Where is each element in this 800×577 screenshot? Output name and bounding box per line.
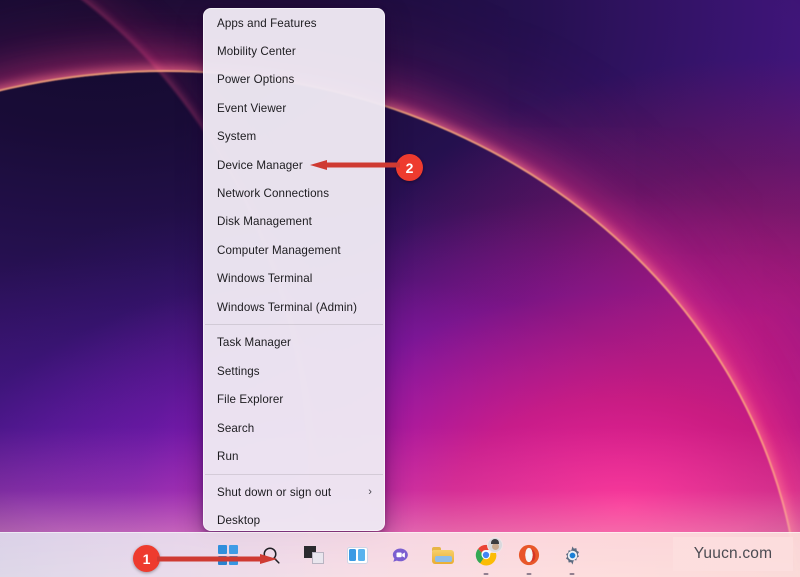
task-view-icon[interactable]: [301, 542, 327, 568]
opera-icon[interactable]: [516, 542, 542, 575]
menu-item-disk-management[interactable]: Disk Management: [204, 208, 384, 236]
menu-item-network-connections[interactable]: Network Connections: [204, 179, 384, 207]
menu-separator: [205, 473, 383, 475]
menu-item-task-manager[interactable]: Task Manager: [204, 329, 384, 357]
wallpaper-vignette: [0, 0, 800, 577]
running-indicator: [526, 572, 532, 575]
menu-item-file-explorer[interactable]: File Explorer: [204, 385, 384, 413]
desktop-screen: Apps and Features Mobility Center Power Op…: [0, 0, 800, 577]
menu-item-label: Apps and Features: [217, 16, 317, 30]
menu-item-label: Windows Terminal (Admin): [217, 300, 358, 314]
file-explorer-icon[interactable]: [430, 542, 456, 568]
menu-item-system[interactable]: System: [204, 123, 384, 151]
menu-item-event-viewer[interactable]: Event Viewer: [204, 94, 384, 122]
menu-item-run[interactable]: Run: [204, 442, 384, 470]
watermark: Yuucn.com: [673, 537, 793, 571]
task-view-glyph: [304, 546, 324, 564]
chrome-profile-badge: [487, 537, 503, 553]
chrome-icon[interactable]: [473, 537, 503, 575]
menu-item-label: System: [217, 130, 257, 144]
menu-item-label: Computer Management: [217, 243, 341, 257]
menu-separator: [205, 324, 383, 326]
menu-item-label: Power Options: [217, 73, 295, 87]
folder-glyph: [432, 546, 454, 564]
menu-item-label: Windows Terminal: [217, 272, 313, 286]
running-indicator: [483, 572, 489, 575]
menu-item-label: File Explorer: [217, 393, 284, 407]
chat-icon[interactable]: [387, 542, 413, 568]
win-x-quick-link-menu[interactable]: Apps and Features Mobility Center Power Op…: [203, 8, 385, 531]
annotation-arrow-1: [157, 554, 277, 564]
annotation-marker-1-label: 1: [142, 550, 151, 567]
menu-item-label: Disk Management: [217, 215, 312, 229]
widgets-icon[interactable]: [344, 542, 370, 568]
widgets-glyph: [346, 546, 368, 564]
annotation-marker-2-label: 2: [405, 159, 414, 176]
chevron-right-icon: ›: [368, 486, 372, 499]
menu-item-computer-management[interactable]: Computer Management: [204, 236, 384, 264]
menu-item-label: Shut down or sign out: [217, 485, 332, 499]
menu-item-label: Network Connections: [217, 187, 330, 201]
menu-item-label: Run: [217, 449, 239, 463]
menu-item-label: Search: [217, 421, 255, 435]
chat-glyph: [392, 548, 408, 562]
menu-item-label: Mobility Center: [217, 45, 296, 59]
menu-item-power-options[interactable]: Power Options: [204, 66, 384, 94]
menu-item-mobility-center[interactable]: Mobility Center: [204, 37, 384, 65]
menu-item-desktop[interactable]: Desktop: [204, 506, 384, 530]
annotation-marker-1: 1: [133, 545, 160, 572]
menu-item-search[interactable]: Search: [204, 414, 384, 442]
menu-item-windows-terminal[interactable]: Windows Terminal: [204, 265, 384, 293]
watermark-text: Yuucn.com: [693, 545, 773, 562]
menu-item-label: Desktop: [217, 514, 261, 528]
settings-icon[interactable]: [559, 542, 585, 575]
annotation-marker-2: 2: [396, 154, 423, 181]
annotation-arrow-2: [310, 160, 400, 170]
menu-item-windows-terminal-admin[interactable]: Windows Terminal (Admin): [204, 293, 384, 321]
menu-item-apps-and-features[interactable]: Apps and Features: [204, 9, 384, 37]
running-indicator: [569, 572, 575, 575]
menu-item-label: Task Manager: [217, 336, 292, 350]
opera-glyph: [518, 544, 540, 566]
gear-glyph: [565, 545, 579, 565]
desktop-wallpaper: [0, 0, 800, 577]
menu-item-settings[interactable]: Settings: [204, 357, 384, 385]
menu-item-label: Event Viewer: [217, 101, 287, 115]
menu-item-shut-down-or-sign-out[interactable]: Shut down or sign out ›: [204, 478, 384, 506]
menu-item-label: Settings: [217, 364, 260, 378]
